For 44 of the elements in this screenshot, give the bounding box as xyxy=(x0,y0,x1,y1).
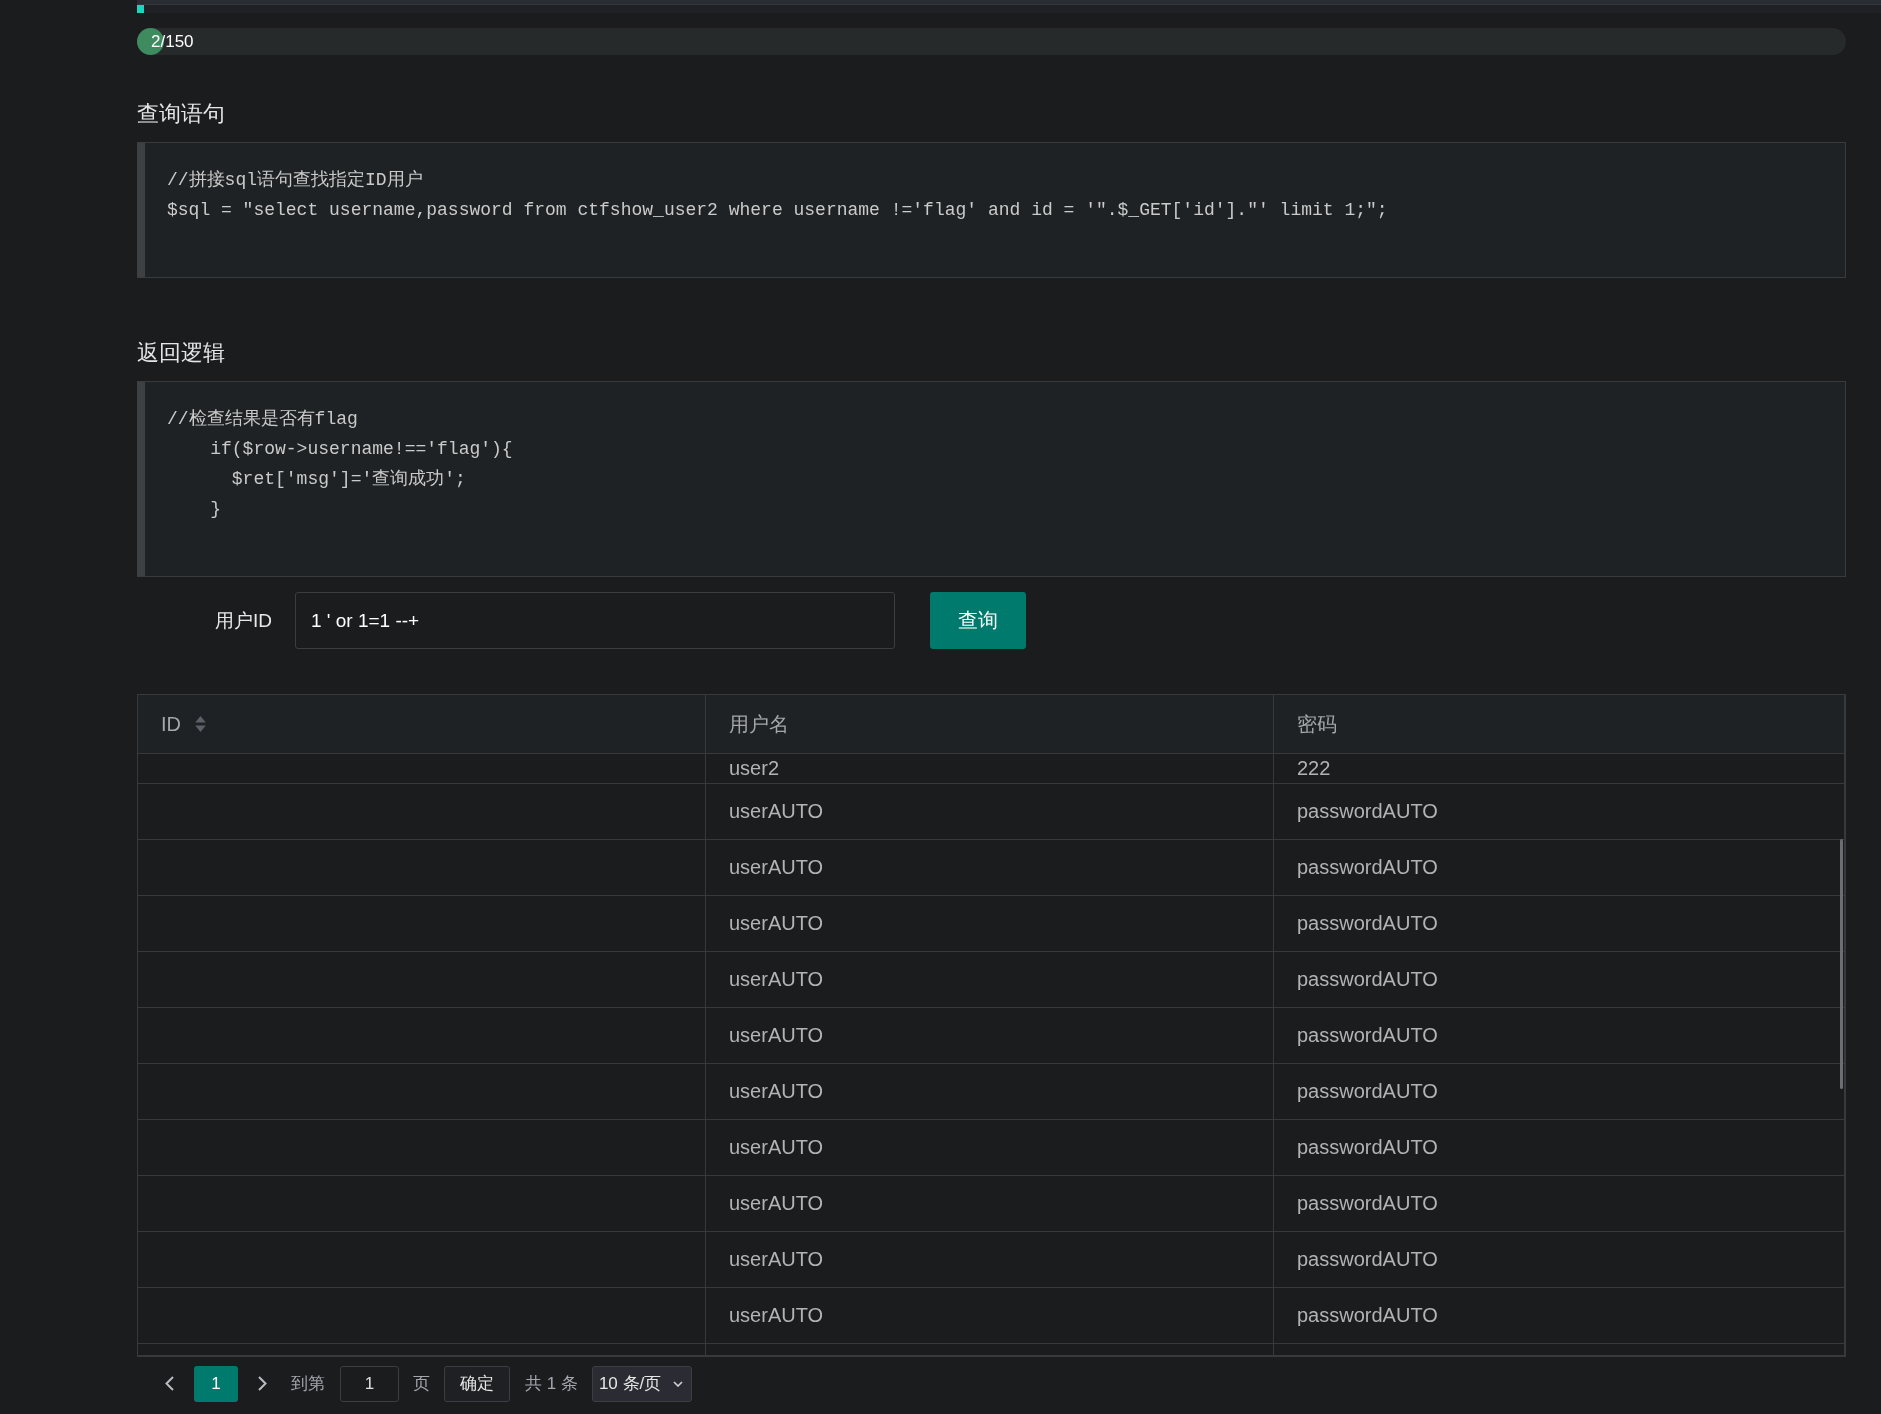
table-cell: passwordAUTO xyxy=(1274,1120,1845,1175)
section-heading: 返回逻辑 xyxy=(137,339,225,367)
page-number-input[interactable]: 1 xyxy=(340,1365,399,1402)
table-cell: userAUTO xyxy=(706,1232,1274,1287)
page-unit-label: 页 xyxy=(413,1373,430,1395)
code-line: if($row->username!=='flag'){ xyxy=(209,438,513,461)
chevron-left-icon xyxy=(165,1376,174,1391)
table-cell: userAUTO xyxy=(706,1008,1274,1063)
progress-label: 2/150 xyxy=(151,31,194,52)
user-id-input[interactable]: 1 ' or 1=1 --+ xyxy=(295,592,895,649)
table-cell: user2 xyxy=(706,754,1274,783)
table-cell: userAUTO xyxy=(706,952,1274,1007)
table-cell: passwordAUTO xyxy=(1274,1288,1845,1343)
page-button[interactable]: 1 xyxy=(194,1365,238,1402)
column-header: 用户名 xyxy=(706,695,1274,753)
caret-down-icon xyxy=(673,1380,684,1387)
goto-label: 到第 xyxy=(291,1373,325,1395)
table-cell: passwordAUTO xyxy=(1274,1176,1845,1231)
column-header[interactable]: ID xyxy=(138,695,706,753)
field-label: 用户ID xyxy=(215,608,272,633)
table-cell: userAUTO xyxy=(706,896,1274,951)
total-count: 共 1 条 xyxy=(525,1373,578,1395)
confirm-button[interactable]: 确定 xyxy=(444,1365,510,1402)
scrollbar-thumb[interactable] xyxy=(1840,839,1843,1089)
code-line: $sql = "select username,password from ctfshow_user2 where username !='flag' and id = '".$_GET['id']."' limit 1;"; xyxy=(167,199,1388,222)
code-line: //拼接sql语句查找指定ID用户 xyxy=(167,169,423,192)
section-heading: 查询语句 xyxy=(137,100,225,128)
table-cell: userAUTO xyxy=(706,1288,1274,1343)
table-cell: 222 xyxy=(1274,754,1845,783)
query-button[interactable]: 查询 xyxy=(930,592,1026,649)
sort-icon[interactable] xyxy=(195,715,206,733)
chevron-right-icon xyxy=(258,1376,267,1391)
table-cell: userAUTO xyxy=(706,1120,1274,1175)
code-line: } xyxy=(209,498,221,521)
table-cell: passwordAUTO xyxy=(1274,784,1845,839)
table-cell: userAUTO xyxy=(706,840,1274,895)
table-cell: userAUTO xyxy=(706,1176,1274,1231)
table-cell: userAUTO xyxy=(706,1064,1274,1119)
code-line: $ret['msg']='查询成功'; xyxy=(230,468,466,491)
table-cell: passwordAUTO xyxy=(1274,1232,1845,1287)
code-line: //检查结果是否有flag xyxy=(167,408,358,431)
table-cell: userAUTO xyxy=(706,784,1274,839)
column-header: 密码 xyxy=(1274,695,1845,753)
page-size-select[interactable]: 10 条/页 xyxy=(591,1365,693,1402)
